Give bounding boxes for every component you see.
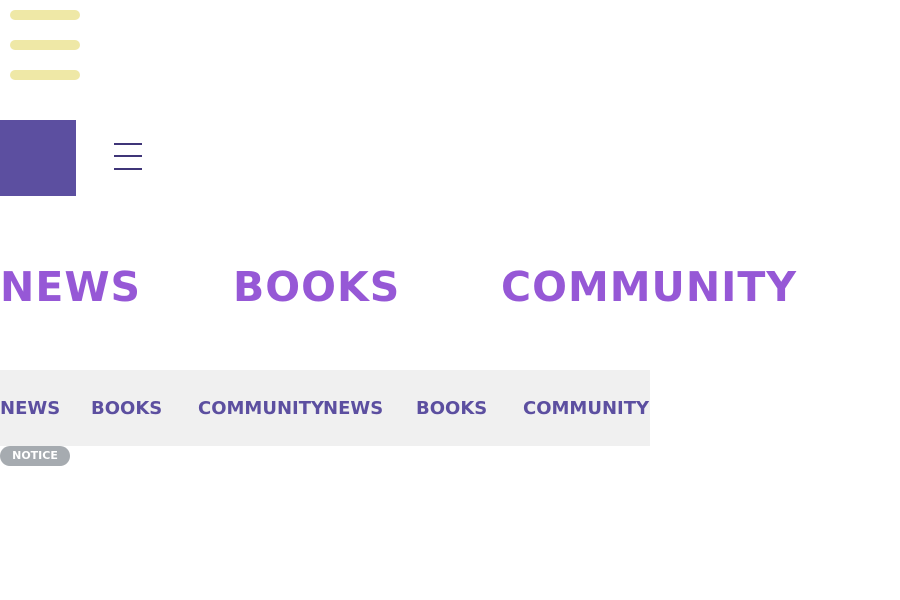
ticker-link-books[interactable]: BOOKS [91,396,162,422]
ticker-link-community[interactable]: COMMUNITY [523,396,649,422]
menu-bar [10,70,80,80]
ticker-link-news[interactable]: NEWS [0,396,60,422]
main-nav: NEWS BOOKS COMMUNITY [0,262,900,312]
nav-link-books[interactable]: BOOKS [233,262,400,312]
ticker-link-community[interactable]: COMMUNITY [198,396,324,422]
ticker-strip: NEWS BOOKS COMMUNITY NEWS BOOKS COMMUNIT… [0,370,650,446]
menu-bar [10,40,80,50]
menu-bar [10,10,80,20]
ticker-link-news[interactable]: NEWS [323,396,383,422]
notice-badge: NOTICE [0,446,70,466]
menu-line [114,143,142,145]
ticker-link-books[interactable]: BOOKS [416,396,487,422]
top-menu-button[interactable] [10,10,80,80]
search-button[interactable] [0,120,76,294]
menu-line [114,155,142,157]
nav-link-news[interactable]: NEWS [0,262,141,312]
nav-link-community[interactable]: COMMUNITY [501,262,797,312]
menu-line [114,168,142,170]
nav-menu-button[interactable] [114,143,142,171]
